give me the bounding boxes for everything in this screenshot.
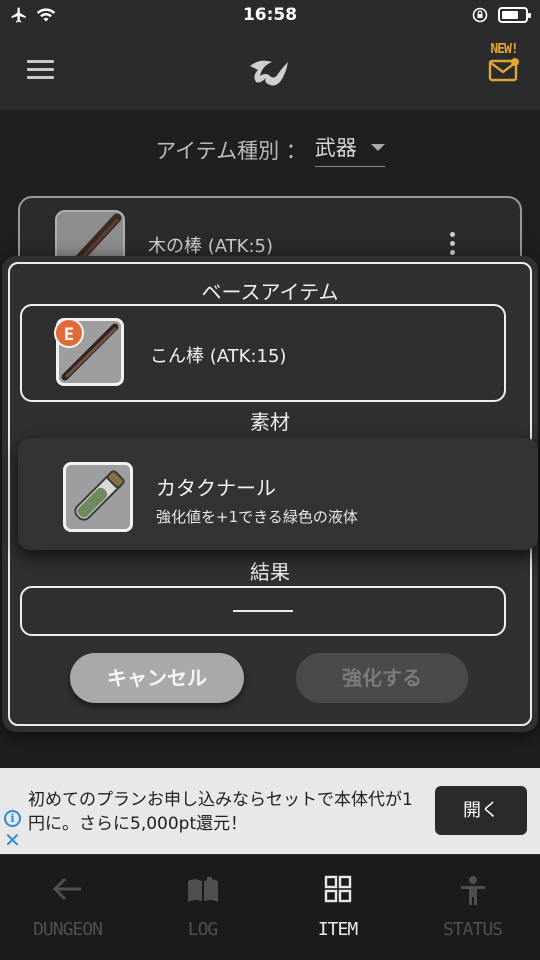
item-type-select[interactable]: 武器 [314, 132, 385, 167]
enhance-button[interactable]: 強化する [296, 653, 468, 703]
ad-open-button[interactable]: 開く [435, 786, 527, 835]
tab-label: LOG [187, 919, 219, 940]
material-thumbnail [63, 462, 133, 532]
new-badge: NEW! [490, 42, 518, 57]
arrow-left-icon [52, 877, 81, 901]
ad-close-icon[interactable]: ✕ [4, 830, 21, 850]
app-header: NEW! [0, 34, 540, 110]
tab-label: DUNGEON [33, 919, 103, 940]
status-bar: 16:58 [0, 0, 540, 34]
potion-vial-icon [74, 470, 125, 521]
battery-level [502, 11, 518, 19]
result-title: 結果 [250, 560, 290, 584]
ad-info-icon[interactable]: i [4, 810, 21, 827]
tab-log[interactable]: LOG [135, 855, 270, 960]
bottom-nav: DUNGEON LOG ITEM STATUS [0, 854, 540, 960]
status-right [472, 7, 531, 23]
material-item-card[interactable]: カタクナール 強化値を+1できる緑色の液体 [18, 438, 538, 550]
item-type-value: 武器 [314, 136, 357, 160]
cancel-button[interactable]: キャンセル [70, 653, 244, 703]
tab-dungeon[interactable]: DUNGEON [0, 855, 135, 960]
material-title: 素材 [250, 410, 290, 434]
mail-button[interactable]: NEW! [486, 42, 522, 87]
grid-icon [324, 875, 351, 903]
equipped-badge: E [54, 318, 84, 348]
rotation-lock-icon [472, 7, 488, 23]
status-time: 16:58 [242, 5, 298, 25]
base-item-name: こん棒 (ATK:15) [150, 346, 287, 367]
item-name: 木の棒 (ATK:5) [148, 236, 273, 257]
filter-label: アイテム種別 ： [155, 138, 307, 163]
tab-label: STATUS [442, 919, 503, 940]
more-options-icon[interactable] [450, 232, 456, 259]
item-type-filter: アイテム種別 ： 武器 [0, 132, 540, 167]
base-item-title: ベースアイテム [201, 280, 339, 304]
tab-status[interactable]: STATUS [405, 855, 540, 960]
ad-banner[interactable]: i ✕ 初めてのプランお申し込みならセットで本体代が1円に。さらに5,000pt… [0, 768, 540, 854]
person-icon [460, 876, 485, 905]
battery-icon [498, 7, 531, 23]
chevron-down-icon [370, 143, 385, 151]
result-slot [20, 586, 506, 636]
material-description: 強化値を+1できる緑色の液体 [156, 508, 358, 526]
book-icon [187, 877, 218, 902]
result-placeholder [233, 610, 293, 612]
app-logo-icon [250, 60, 288, 86]
mail-icon [488, 58, 519, 82]
material-name: カタクナール [156, 476, 276, 500]
menu-icon[interactable] [27, 60, 54, 80]
base-item-slot[interactable]: こん棒 (ATK:15) [20, 304, 506, 402]
tab-label: ITEM [317, 919, 358, 940]
ad-text: 初めてのプランお申し込みならセットで本体代が1円に。さらに5,000pt還元！ [28, 790, 413, 834]
tab-item[interactable]: ITEM [270, 855, 405, 960]
